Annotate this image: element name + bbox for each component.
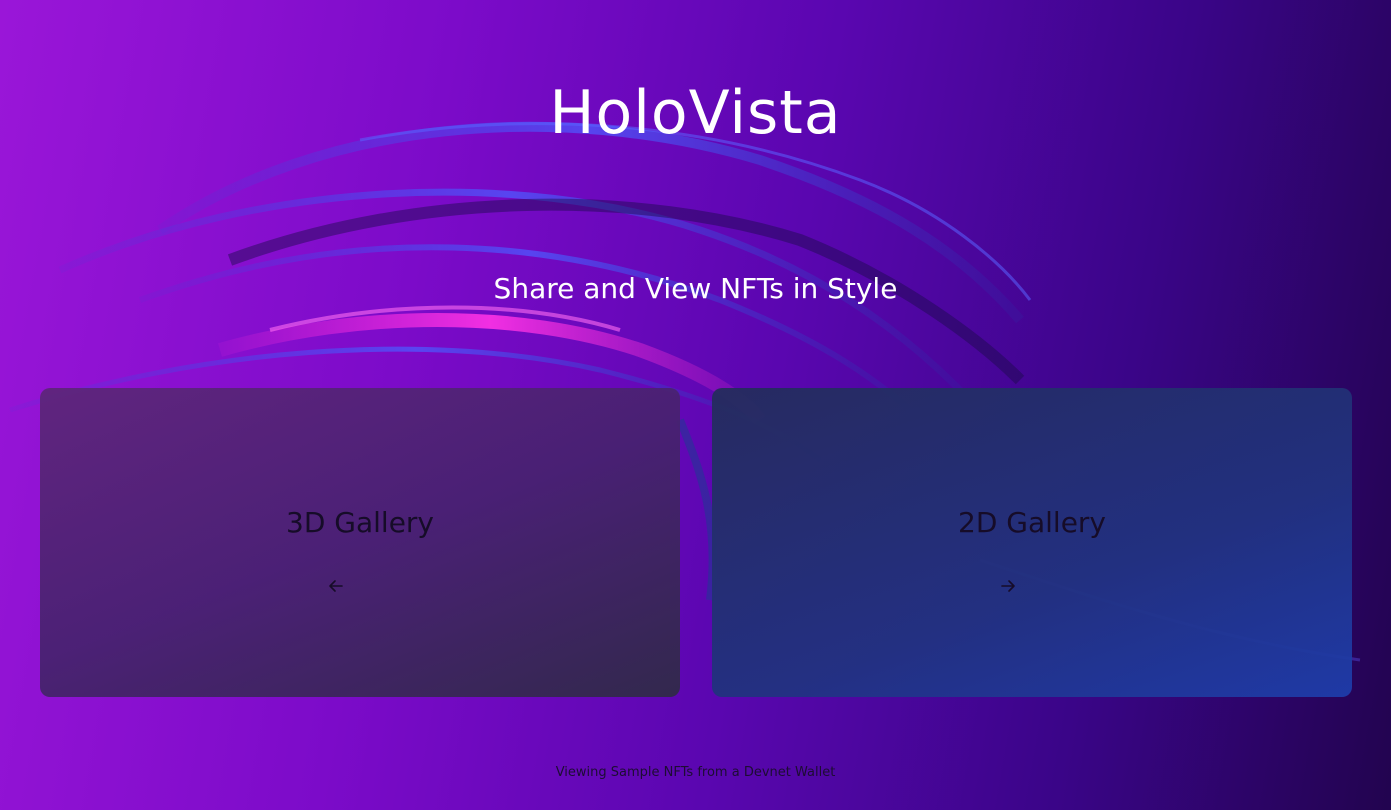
footer-note: Viewing Sample NFTs from a Devnet Wallet (555, 765, 836, 780)
arrow-right-icon (1001, 580, 1015, 592)
page-subtitle: Share and View NFTs in Style (493, 272, 898, 305)
gallery-2d-card[interactable]: 2D Gallery (712, 388, 1352, 697)
gallery-3d-label: 3D Gallery (286, 506, 434, 539)
gallery-3d-card[interactable]: 3D Gallery (40, 388, 680, 697)
page-title: HoloVista (549, 78, 842, 148)
arrow-left-icon (329, 580, 343, 592)
gallery-2d-label: 2D Gallery (958, 506, 1106, 539)
